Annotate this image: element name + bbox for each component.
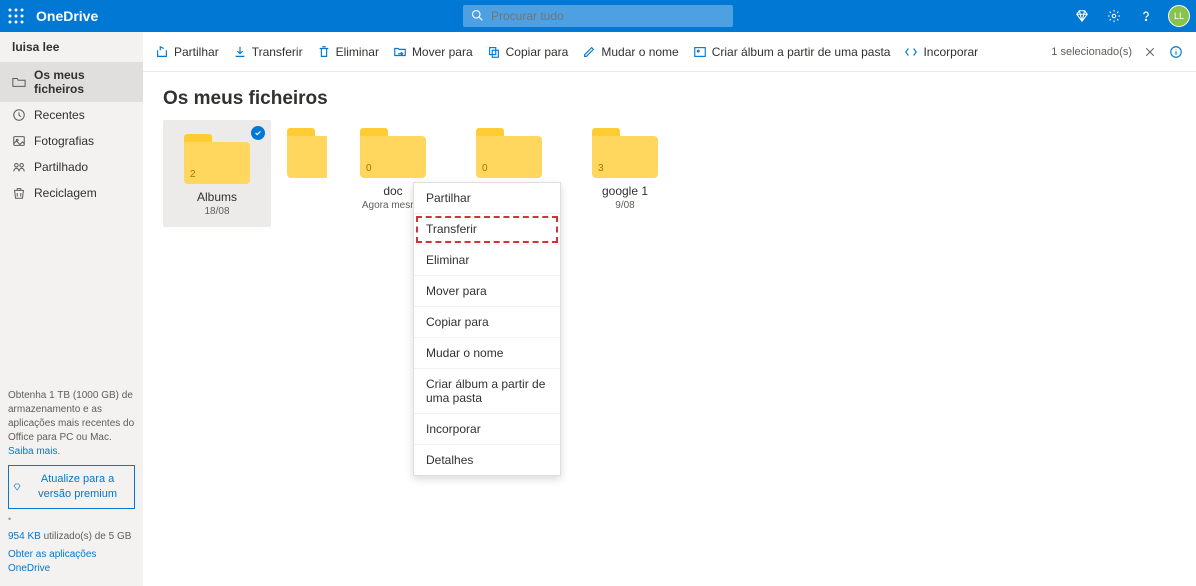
brand-label[interactable]: OneDrive: [36, 8, 98, 24]
header-right: LL: [1068, 0, 1196, 32]
premium-icon[interactable]: [1068, 0, 1096, 32]
cmd-album[interactable]: Criar álbum a partir de uma pasta: [693, 45, 891, 59]
sidebar-username: luisa lee: [0, 32, 143, 62]
top-header: OneDrive LL: [0, 0, 1196, 32]
cmd-delete[interactable]: Eliminar: [317, 45, 379, 59]
folder-tile[interactable]: 2 Albums 18/08: [163, 120, 271, 227]
folder-tile[interactable]: 3 google 1 9/08: [575, 120, 675, 211]
nav-recent[interactable]: Recentes: [0, 102, 143, 128]
ctx-download[interactable]: Transferir: [414, 214, 560, 245]
page-title: Os meus ficheiros: [143, 72, 1196, 120]
nav-label: Fotografias: [34, 134, 94, 148]
selection-count: 1 selecionado(s): [1051, 46, 1132, 58]
embed-icon: [904, 45, 918, 59]
photo-icon: [12, 134, 26, 148]
check-icon: [251, 126, 265, 140]
promo-link[interactable]: Saiba mais.: [8, 446, 60, 457]
folder-icon: 0: [360, 128, 426, 178]
ctx-share[interactable]: Partilhar: [414, 183, 560, 214]
sidebar-bottom: Obtenha 1 TB (1000 GB) de armazenamento …: [0, 381, 143, 586]
cmd-move[interactable]: Mover para: [393, 45, 473, 59]
help-icon[interactable]: [1132, 0, 1160, 32]
nav-photos[interactable]: Fotografias: [0, 128, 143, 154]
folder-icon: 2: [184, 134, 250, 184]
ctx-details[interactable]: Detalhes: [414, 445, 560, 475]
main-area: Partilhar Transferir Eliminar Mover para…: [143, 32, 1196, 586]
nav-label: Partilhado: [34, 160, 88, 174]
album-icon: [693, 45, 707, 59]
download-icon: [233, 45, 247, 59]
file-grid: 2 Albums 18/08 0 doc Agora mesmo: [143, 120, 1196, 227]
ctx-rename[interactable]: Mudar o nome: [414, 338, 560, 369]
ctx-copy[interactable]: Copiar para: [414, 307, 560, 338]
folder-name: google 1: [575, 184, 675, 198]
ctx-embed[interactable]: Incorporar: [414, 414, 560, 445]
info-icon[interactable]: [1168, 44, 1184, 60]
folder-tile[interactable]: [287, 120, 327, 182]
storage-used: 954 KB: [8, 531, 41, 542]
upgrade-button[interactable]: Atualize para a versão premium: [8, 465, 135, 510]
folder-icon: 3: [592, 128, 658, 178]
cmd-share[interactable]: Partilhar: [155, 45, 219, 59]
recycle-icon: [12, 186, 26, 200]
people-icon: [12, 160, 26, 174]
folder-icon: [287, 128, 327, 178]
sidebar-nav: Os meus ficheiros Recentes Fotografias P…: [0, 62, 143, 206]
share-icon: [155, 45, 169, 59]
clock-icon: [12, 108, 26, 122]
upgrade-label: Atualize para a versão premium: [25, 472, 130, 503]
nav-my-files[interactable]: Os meus ficheiros: [0, 62, 143, 102]
cmd-download[interactable]: Transferir: [233, 45, 303, 59]
nav-label: Reciclagem: [34, 186, 97, 200]
rename-icon: [582, 45, 596, 59]
search-wrap: [463, 5, 733, 27]
move-icon: [393, 45, 407, 59]
promo-text: Obtenha 1 TB (1000 GB) de armazenamento …: [8, 389, 135, 445]
nav-label: Os meus ficheiros: [34, 68, 131, 96]
get-apps-link[interactable]: Obter as aplicações OneDrive: [8, 548, 135, 576]
app-launcher-icon[interactable]: [0, 0, 32, 32]
nav-label: Recentes: [34, 108, 85, 122]
cmd-rename[interactable]: Mudar o nome: [582, 45, 678, 59]
search-input[interactable]: [463, 5, 733, 27]
storage-text: 954 KB utilizado(s) de 5 GB: [8, 530, 135, 544]
nav-recycle[interactable]: Reciclagem: [0, 180, 143, 206]
folder-sub: 9/08: [575, 200, 675, 211]
delete-icon: [317, 45, 331, 59]
folder-sub: 18/08: [167, 206, 267, 217]
folder-icon: 0: [476, 128, 542, 178]
command-bar: Partilhar Transferir Eliminar Mover para…: [143, 32, 1196, 72]
ctx-delete[interactable]: Eliminar: [414, 245, 560, 276]
cmd-embed[interactable]: Incorporar: [904, 45, 978, 59]
folder-name: Albums: [167, 190, 267, 204]
copy-icon: [487, 45, 501, 59]
folder-icon: [12, 75, 26, 89]
ctx-move[interactable]: Mover para: [414, 276, 560, 307]
user-avatar[interactable]: LL: [1168, 5, 1190, 27]
ctx-album[interactable]: Criar álbum a partir de uma pasta: [414, 369, 560, 414]
clear-selection-icon[interactable]: [1142, 44, 1158, 60]
context-menu: Partilhar Transferir Eliminar Mover para…: [413, 182, 561, 476]
cmd-copy[interactable]: Copiar para: [487, 45, 569, 59]
nav-shared[interactable]: Partilhado: [0, 154, 143, 180]
settings-icon[interactable]: [1100, 0, 1128, 32]
sidebar: luisa lee Os meus ficheiros Recentes Fot…: [0, 32, 143, 586]
search-icon: [471, 9, 483, 21]
